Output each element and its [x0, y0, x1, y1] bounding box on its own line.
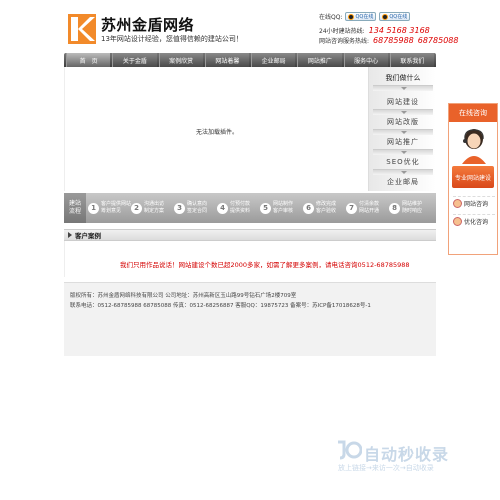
divider [373, 85, 433, 91]
hotline-24h: 24小时建站热线: 134 5168 3168 [319, 26, 430, 35]
service-item-email[interactable]: 企业邮局 [377, 177, 429, 187]
qq-contact: 在线QQ: QQ在线 QQ在线 [319, 12, 411, 21]
consult-link-website[interactable]: 网站咨询 [453, 196, 495, 210]
nav-item-about[interactable]: 关于金盾 [112, 53, 157, 67]
watermark-logo-icon [338, 440, 362, 460]
person-icon [453, 217, 462, 226]
build-process-bar: 建站 流程 1 客户提供网站 筹划意见 2 沟通出访 制定方案 3 确认意向 签定合同 4付… [64, 193, 436, 223]
footer-contact: 联系电话：0512-68785988 68785088 传真：0512-6825… [70, 303, 371, 309]
services-title: 我们做什么 [385, 74, 421, 82]
service-hotline-number-1: 68785988 [373, 36, 414, 45]
qq-online-button-2[interactable]: QQ在线 [379, 12, 411, 21]
service-item-seo[interactable]: SEO优化 [377, 157, 429, 167]
service-item-redesign[interactable]: 网站改版 [377, 117, 429, 127]
nav-item-contact[interactable]: 联系我们 [389, 53, 434, 67]
nav-item-email[interactable]: 企业邮局 [251, 53, 296, 67]
nav-item-promotion[interactable]: 网站推广 [297, 53, 342, 67]
customer-service-icon [462, 129, 486, 164]
process-label: 建站 流程 [64, 193, 86, 223]
service-hotline-label: 网站咨询服务热线: [319, 38, 370, 45]
hotline-number: 134 5168 3168 [368, 26, 430, 35]
nav-item-service[interactable]: 服务中心 [343, 53, 388, 67]
process-step: 8 网站维护 随时响应 [387, 201, 430, 215]
consult-title[interactable]: 在线咨询 [449, 104, 497, 122]
service-item-website-build[interactable]: 网站建设 [377, 97, 429, 107]
plugin-error-message: 无法加载插件。 [196, 129, 239, 136]
cases-message: 我们只用作品说话！网站建设个数已超2000多家，如需了解更多案例，请电话咨询05… [120, 261, 410, 269]
cases-header: 客户案例 [64, 229, 436, 241]
consult-service-button[interactable]: 专业网站建设 [452, 166, 494, 188]
nav-item-cases[interactable]: 案例欣赏 [158, 53, 203, 67]
watermark-subtext: 放上链接→来访一次→自动收录 [338, 464, 434, 472]
process-step: 7 付清余款 网站开通 [344, 201, 387, 215]
divider [373, 109, 433, 115]
watermark-text: 自动秒收录 [364, 445, 450, 464]
nav-item-website[interactable]: 网站着馨 [204, 53, 249, 67]
service-item-promotion[interactable]: 网站推广 [377, 137, 429, 147]
process-step: 5 网站制作 客户审核 [258, 201, 301, 215]
hotline-service: 网站咨询服务热线: 68785988 68785088 [319, 36, 458, 45]
divider [373, 169, 433, 175]
qq-label: 在线QQ: [319, 14, 343, 21]
service-hotline-number-2: 68785088 [417, 36, 459, 45]
divider [373, 149, 433, 155]
triangle-right-icon [68, 232, 72, 238]
banner-area: 无法加载插件。 [64, 67, 368, 191]
services-panel: 我们做什么 网站建设 网站改版 网站推广 SEO优化 企业邮局 [368, 67, 436, 191]
process-step: 1 客户提供网站 筹划意见 [86, 201, 131, 215]
site-title: 苏州金盾网络 [101, 16, 195, 34]
process-step: 6 修改完成 客户验收 [301, 201, 344, 215]
divider [373, 129, 433, 135]
qq-online-button-1[interactable]: QQ在线 [345, 12, 377, 21]
process-step: 4 付预付款 提供资料 [215, 201, 258, 215]
process-step: 2 沟通出访 制定方案 [129, 201, 172, 215]
process-step: 3 确认意向 签定合同 [172, 201, 215, 215]
nav-item-home[interactable]: 首 页 [66, 53, 111, 67]
qq-penguin-icon [382, 13, 389, 20]
consult-link-seo[interactable]: 优化咨询 [453, 214, 495, 228]
main-nav: 首 页 关于金盾 案例欣赏 网站着馨 企业邮局 网站推广 服务中心 联系我们 [64, 53, 436, 67]
footer-copyright: 版权所有：苏州金盾网络科技有限公司 公司地址：苏州高新区玉山路99号钻石广场2楼… [70, 293, 297, 299]
hotline-label: 24小时建站热线: [319, 28, 365, 35]
qq-penguin-icon [348, 13, 355, 20]
footer: 版权所有：苏州金盾网络科技有限公司 公司地址：苏州高新区玉山路99号钻石广场2楼… [64, 282, 436, 356]
online-consult-widget: 在线咨询 专业网站建设 网站咨询 优化咨询 [448, 103, 498, 255]
person-icon [453, 199, 462, 208]
cases-title[interactable]: 客户案例 [75, 230, 101, 240]
watermark: 自动秒收录 放上链接→来访一次→自动收录 [334, 438, 484, 478]
logo-icon [68, 14, 96, 44]
site-slogan: 13年网站设计经验，您值得信赖的建站公司！ [101, 35, 243, 43]
